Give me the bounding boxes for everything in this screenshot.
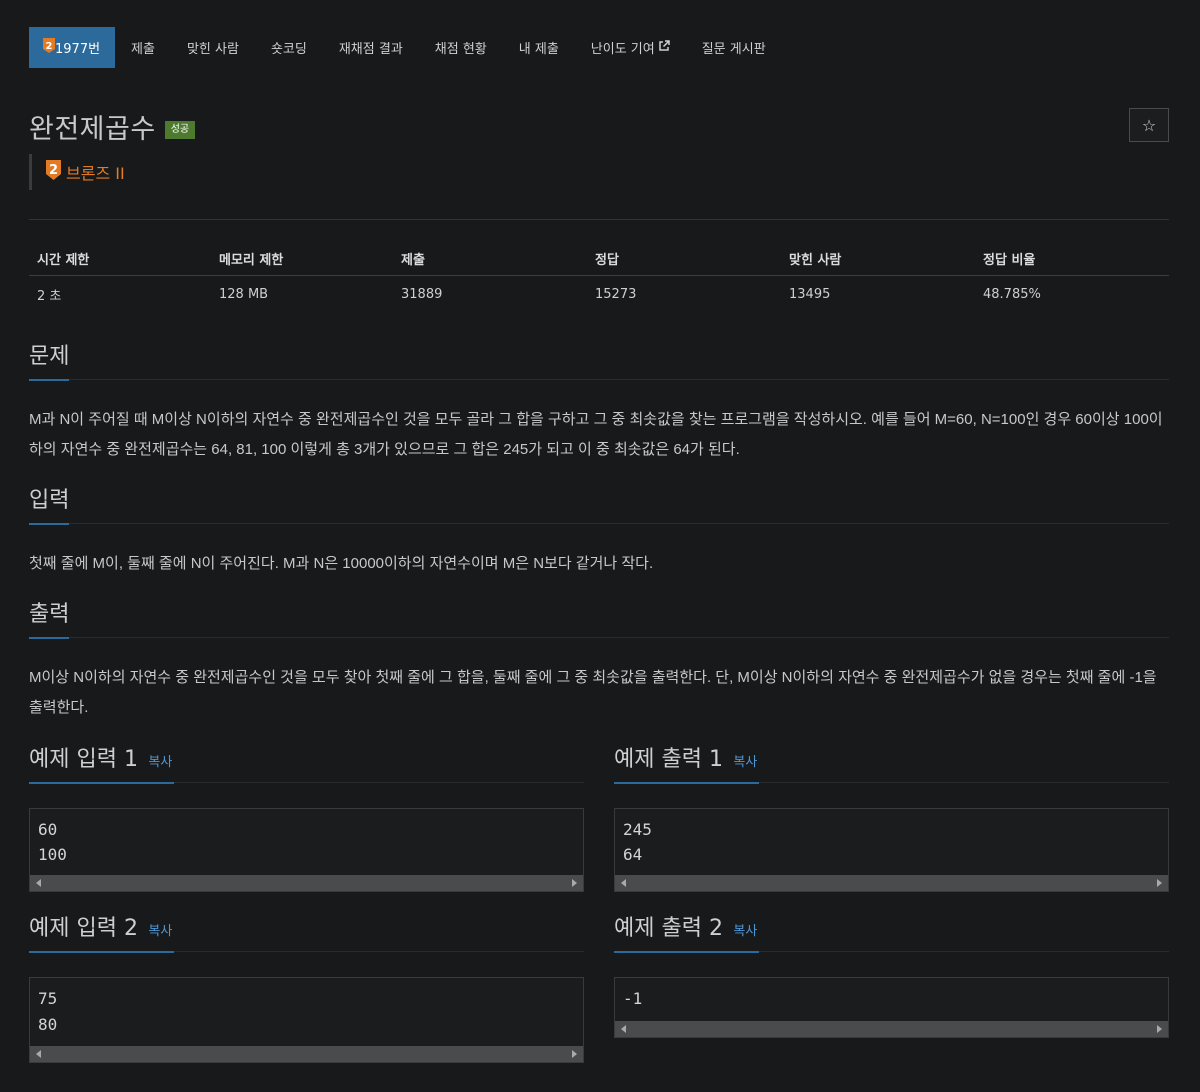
input-description: 첫째 줄에 M이, 둘째 줄에 N이 주어진다. M과 N은 10000이하의 … (29, 555, 654, 572)
bronze-tier-icon: 2 (43, 38, 55, 57)
header-memory-limit: 메모리 제한 (219, 253, 284, 268)
sample-input-1-box: 60 100 (29, 808, 584, 892)
problem-page: 2 1977번 제출 맞힌 사람 숏코딩 재채점 결과 채점 현황 내 제출 난… (0, 0, 1200, 1092)
sample-input-1-header: 예제 입력 1 복사 (29, 745, 584, 784)
sample-input-2: 예제 입력 2 복사 75 80 (29, 914, 584, 1063)
sample-output-2-header: 예제 출력 2 복사 (614, 914, 1169, 953)
value-submissions: 31889 (401, 286, 443, 302)
sample-output-1: 예제 출력 1 복사 245 64 (614, 745, 1169, 892)
header-time-limit: 시간 제한 (37, 253, 90, 268)
sample-input-2-title: 예제 입력 2 (29, 916, 138, 941)
scroll-left-icon[interactable] (36, 1050, 41, 1058)
title-row: 완전제곱수 성공 (29, 107, 196, 146)
sample-output-1-content: 245 64 (623, 820, 652, 864)
value-solved-users: 13495 (789, 286, 831, 302)
problem-tier: 2 브론즈 II (29, 154, 125, 190)
nav-submit[interactable]: 제출 (115, 27, 171, 68)
nav-my-submissions[interactable]: 내 제출 (503, 27, 575, 68)
nav-problem-number-label: 1977번 (55, 42, 101, 57)
header-accepted: 정답 (595, 253, 619, 268)
sample-input-1: 예제 입력 1 복사 60 100 (29, 745, 584, 892)
output-section-title: 출력 (29, 601, 70, 639)
sample-output-1-box: 245 64 (614, 808, 1169, 892)
nav-problem-number[interactable]: 2 1977번 (29, 27, 116, 68)
svg-text:2: 2 (46, 41, 53, 52)
header-accept-ratio: 정답 비율 (983, 253, 1036, 268)
header-solved-users: 맞힌 사람 (789, 253, 842, 268)
nav-short-coding[interactable]: 숏코딩 (255, 27, 323, 68)
external-link-icon (658, 39, 670, 56)
status-badge: 성공 (164, 120, 196, 139)
divider (29, 219, 1169, 220)
copy-button[interactable]: 복사 (733, 755, 757, 770)
horizontal-scrollbar[interactable] (30, 875, 583, 891)
nav-difficulty-contribution[interactable]: 난이도 기여 (575, 27, 686, 68)
tier-name[interactable]: 브론즈 II (66, 160, 125, 184)
sample-output-1-title: 예제 출력 1 (614, 747, 723, 772)
sample-output-2-box: -1 (614, 977, 1169, 1038)
header-submissions: 제출 (401, 253, 425, 268)
sample-input-2-header: 예제 입력 2 복사 (29, 914, 584, 953)
value-accepted: 15273 (595, 286, 637, 302)
sample-output-2-title: 예제 출력 2 (614, 916, 723, 941)
nav-rejudge-results[interactable]: 재채점 결과 (323, 27, 419, 68)
nav-solved-users[interactable]: 맞힌 사람 (171, 27, 255, 68)
output-description: M이상 N이하의 자연수 중 완전제곱수인 것을 모두 찾아 첫째 줄에 그 합… (29, 669, 1157, 716)
value-time-limit: 2 초 (37, 288, 62, 304)
horizontal-scrollbar[interactable] (615, 875, 1168, 891)
sample-input-2-box: 75 80 (29, 977, 584, 1063)
problem-info-table: 시간 제한 메모리 제한 제출 정답 맞힌 사람 정답 비율 2 초 128 M… (29, 242, 1169, 312)
copy-button[interactable]: 복사 (148, 924, 172, 939)
scroll-right-icon[interactable] (1157, 1025, 1162, 1033)
input-section-header: 입력 (29, 486, 1169, 525)
nav-question-board[interactable]: 질문 게시판 (686, 27, 782, 68)
sample-output-2-content: -1 (623, 989, 643, 1008)
star-icon: ☆ (1141, 115, 1157, 135)
scroll-left-icon[interactable] (621, 1025, 626, 1033)
value-accept-ratio: 48.785% (983, 286, 1041, 302)
scroll-left-icon[interactable] (36, 879, 41, 887)
sample-output-2: 예제 출력 2 복사 -1 (614, 914, 1169, 1038)
copy-button[interactable]: 복사 (733, 924, 757, 939)
sample-input-2-content: 75 80 (38, 989, 58, 1034)
bronze-tier-icon: 2 (46, 160, 61, 184)
favorite-star-button[interactable]: ☆ (1129, 108, 1169, 142)
value-memory-limit: 128 MB (219, 286, 269, 302)
horizontal-scrollbar[interactable] (30, 1046, 583, 1062)
table-row: 2 초 128 MB 31889 15273 13495 48.785% (29, 276, 1169, 312)
nav-difficulty-label: 난이도 기여 (590, 42, 655, 57)
problem-section-header: 문제 (29, 342, 1169, 381)
output-section-header: 출력 (29, 600, 1169, 639)
scroll-right-icon[interactable] (572, 879, 577, 887)
sample-input-1-title: 예제 입력 1 (29, 747, 138, 772)
table-header-row: 시간 제한 메모리 제한 제출 정답 맞힌 사람 정답 비율 (29, 242, 1169, 276)
input-section-title: 입력 (29, 487, 70, 525)
svg-text:2: 2 (49, 163, 58, 178)
horizontal-scrollbar[interactable] (615, 1021, 1168, 1037)
problem-menu: 2 1977번 제출 맞힌 사람 숏코딩 재채점 결과 채점 현황 내 제출 난… (29, 27, 782, 68)
sample-input-1-content: 60 100 (38, 820, 67, 864)
scroll-right-icon[interactable] (572, 1050, 577, 1058)
sample-output-1-header: 예제 출력 1 복사 (614, 745, 1169, 784)
copy-button[interactable]: 복사 (148, 755, 172, 770)
scroll-left-icon[interactable] (621, 879, 626, 887)
problem-description: M과 N이 주어질 때 M이상 N이하의 자연수 중 완전제곱수인 것을 모두 … (29, 411, 1163, 458)
problem-title: 완전제곱수 (29, 114, 156, 145)
problem-section-title: 문제 (29, 343, 70, 381)
scroll-right-icon[interactable] (1157, 879, 1162, 887)
nav-judge-status[interactable]: 채점 현황 (419, 27, 503, 68)
